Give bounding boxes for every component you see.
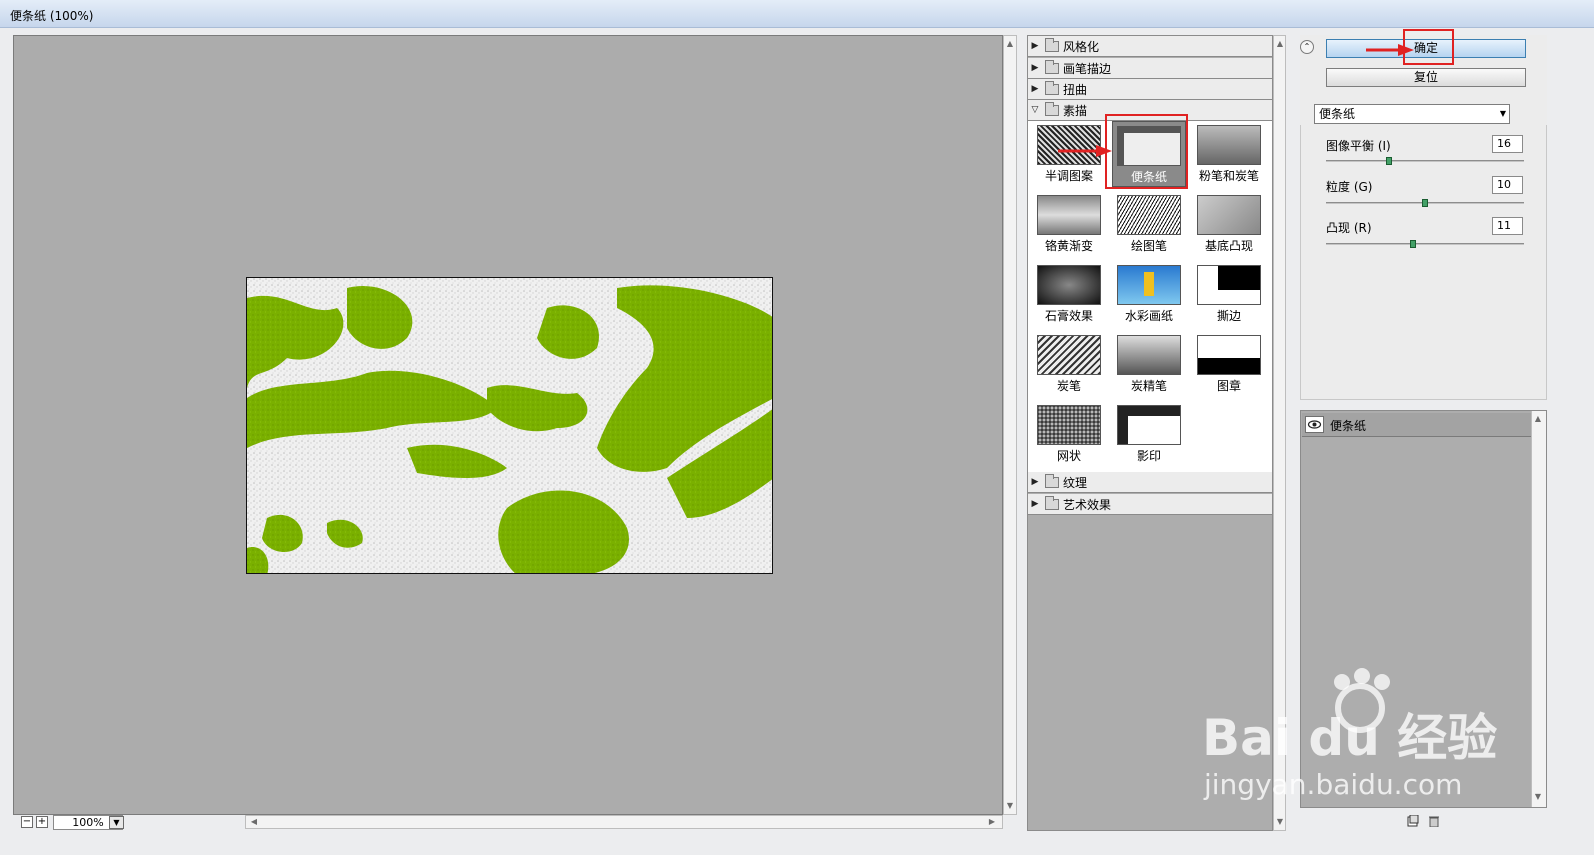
arrow-annotation-icon	[1058, 145, 1112, 157]
filter-thumbnail	[1197, 265, 1261, 305]
image-balance-slider[interactable]	[1326, 157, 1524, 165]
filter-torn-edges[interactable]: 撕边	[1192, 261, 1266, 327]
window-title: 便条纸 (100%)	[10, 9, 94, 23]
filter-chrome[interactable]: 铬黄渐变	[1032, 191, 1106, 257]
folder-icon	[1045, 495, 1059, 510]
preview-area[interactable]	[13, 35, 1003, 815]
filter-thumbnail	[1197, 125, 1261, 165]
relief-field[interactable]: 11	[1492, 217, 1523, 235]
effect-layer-name: 便条纸	[1330, 419, 1367, 433]
preview-horizontal-scrollbar[interactable]: ◀ ▶	[245, 815, 1003, 829]
scroll-up-icon[interactable]: ▲	[1004, 38, 1016, 50]
scroll-left-icon[interactable]: ◀	[248, 816, 260, 828]
filter-thumbnail	[1037, 335, 1101, 375]
scroll-up-icon[interactable]: ▲	[1532, 413, 1544, 425]
folder-icon	[1045, 59, 1059, 74]
filter-reticulation[interactable]: 网状	[1032, 401, 1106, 467]
category-texture[interactable]: ▶ 纹理	[1028, 472, 1272, 493]
param-label-image-balance: 图像平衡 (I)	[1326, 139, 1391, 153]
parameters-box: 图像平衡 (I) 16 粒度 (G) 10 凸现 (R) 11	[1300, 125, 1547, 400]
title-bar: 便条纸 (100%)	[0, 0, 1594, 28]
filter-thumbnail	[1197, 335, 1261, 375]
reset-button[interactable]: 复位	[1326, 68, 1526, 87]
scroll-down-icon[interactable]: ▼	[1532, 791, 1544, 803]
filter-photocopy[interactable]: 影印	[1112, 401, 1186, 467]
filter-chalk-charcoal[interactable]: 粉笔和炭笔	[1192, 121, 1266, 187]
preview-image	[246, 277, 773, 574]
highlight-selected-filter	[1105, 114, 1188, 189]
expand-triangle-icon[interactable]: ▶	[1028, 84, 1042, 94]
param-label-relief: 凸现 (R)	[1326, 221, 1372, 235]
scroll-down-icon[interactable]: ▼	[1274, 816, 1286, 828]
delete-effect-layer-icon[interactable]	[1428, 815, 1440, 828]
filter-bas-relief[interactable]: 基底凸现	[1192, 191, 1266, 257]
folder-icon	[1045, 473, 1059, 488]
scroll-down-icon[interactable]: ▼	[1004, 800, 1016, 812]
scroll-right-icon[interactable]: ▶	[986, 816, 998, 828]
chevron-down-icon: ▼	[1499, 109, 1506, 118]
collapse-triangle-icon[interactable]: ▽	[1028, 105, 1042, 115]
category-distort[interactable]: ▶ 扭曲	[1028, 79, 1272, 100]
filter-thumbnail	[1117, 405, 1181, 445]
filter-charcoal[interactable]: 炭笔	[1032, 331, 1106, 397]
filter-settings-panel: ⌃ 确定 复位 便条纸 ▼ 图像平衡 (I) 16 粒度 (G) 10 凸现 (…	[1300, 29, 1547, 400]
param-label-graininess: 粒度 (G)	[1326, 180, 1373, 194]
category-artistic[interactable]: ▶ 艺术效果	[1028, 494, 1272, 515]
filter-graphic-pen[interactable]: 绘图笔	[1112, 191, 1186, 257]
expand-triangle-icon[interactable]: ▶	[1028, 477, 1042, 487]
scroll-up-icon[interactable]: ▲	[1274, 38, 1286, 50]
filter-thumbnail	[1037, 405, 1101, 445]
relief-slider[interactable]	[1326, 240, 1524, 248]
filter-plaster[interactable]: 石膏效果	[1032, 261, 1106, 327]
expand-triangle-icon[interactable]: ▶	[1028, 499, 1042, 509]
zoom-out-button[interactable]: −	[21, 816, 33, 828]
folder-open-icon	[1045, 101, 1059, 116]
zoom-in-button[interactable]: +	[36, 816, 48, 828]
expand-triangle-icon[interactable]: ▶	[1028, 63, 1042, 73]
filter-gallery: ▶ 风格化 ▶ 画笔描边 ▶ 扭曲 ▽ 素描 半调图案 便条纸 粉笔和炭笔 铬黄	[1027, 35, 1273, 831]
folder-icon	[1045, 37, 1059, 52]
collapse-gallery-icon[interactable]: ⌃	[1300, 40, 1314, 54]
category-stylize[interactable]: ▶ 风格化	[1028, 36, 1272, 57]
image-balance-field[interactable]: 16	[1492, 135, 1523, 153]
effect-layer-row[interactable]: 便条纸	[1302, 413, 1531, 437]
zoom-bar: − + 100% ▼	[13, 815, 245, 831]
eye-icon[interactable]	[1305, 416, 1324, 433]
arrow-annotation-icon	[1366, 44, 1414, 56]
filter-list-scrollbar[interactable]: ▲ ▼	[1273, 35, 1286, 831]
effect-layers-panel: 便条纸 ▲ ▼	[1300, 410, 1547, 808]
graininess-slider[interactable]	[1326, 199, 1524, 207]
filter-thumbnail	[1037, 195, 1101, 235]
new-effect-layer-icon[interactable]	[1407, 814, 1419, 827]
slider-thumb[interactable]	[1386, 157, 1393, 165]
graininess-field[interactable]: 10	[1492, 176, 1523, 194]
folder-icon	[1045, 80, 1059, 95]
zoom-dropdown-icon[interactable]: ▼	[109, 816, 124, 829]
filter-conte-crayon[interactable]: 炭精笔	[1112, 331, 1186, 397]
filter-thumbnail	[1117, 195, 1181, 235]
slider-thumb[interactable]	[1422, 199, 1428, 207]
filter-select[interactable]: 便条纸 ▼	[1314, 104, 1510, 124]
filter-thumbnail	[1117, 335, 1181, 375]
preview-vertical-scrollbar[interactable]: ▲ ▼	[1003, 35, 1017, 815]
slider-thumb[interactable]	[1410, 240, 1417, 248]
filter-thumbnail	[1197, 195, 1261, 235]
layers-scrollbar[interactable]: ▲ ▼	[1531, 411, 1546, 807]
expand-triangle-icon[interactable]: ▶	[1028, 41, 1042, 51]
filter-water-paper[interactable]: 水彩画纸	[1112, 261, 1186, 327]
filter-thumbnail	[1037, 265, 1101, 305]
filter-thumbnail	[1117, 265, 1181, 305]
filter-stamp[interactable]: 图章	[1192, 331, 1266, 397]
category-brush-strokes[interactable]: ▶ 画笔描边	[1028, 58, 1272, 79]
